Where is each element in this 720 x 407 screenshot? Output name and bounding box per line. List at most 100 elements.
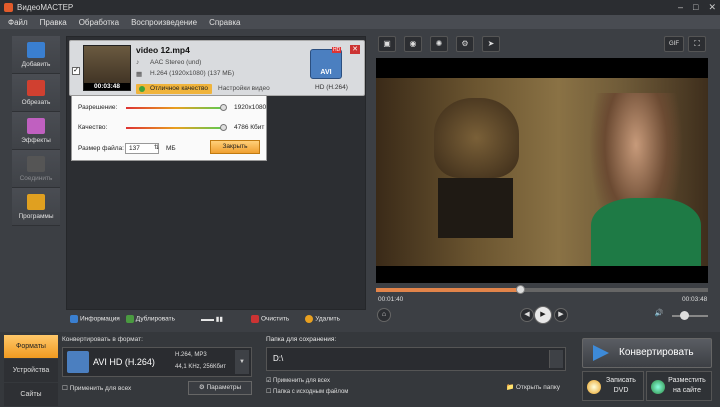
close-icon[interactable]: ✕ xyxy=(708,2,716,13)
snapshot-icon[interactable]: ◉ xyxy=(404,36,422,52)
menu-playback[interactable]: Воспроизведение xyxy=(131,18,197,27)
filesize-unit: МБ xyxy=(166,145,176,152)
join-button[interactable]: Соединить xyxy=(12,150,60,188)
volume-icon[interactable]: 🔊 xyxy=(652,308,666,322)
snapshot-button-icon[interactable]: ⌂ xyxy=(377,308,391,322)
app-title: ВидеоМАСТЕР xyxy=(17,3,74,12)
delete-button[interactable]: Удалить xyxy=(305,315,340,323)
convert-button[interactable]: Конвертировать xyxy=(582,338,712,368)
menu-edit[interactable]: Правка xyxy=(40,18,67,27)
volume-knob[interactable] xyxy=(680,311,689,320)
quality-knob[interactable] xyxy=(220,124,227,131)
burn-dvd-button[interactable]: Записать DVD xyxy=(582,371,644,401)
play-icon[interactable]: ▶ xyxy=(534,306,552,324)
resolution-value: 1920x1080 xyxy=(234,104,267,111)
file-list-panel: ✓ 00:03:48 video 12.mp4 ♪ AAC Stereo (un… xyxy=(66,36,366,310)
open-folder-button[interactable]: 📁 Открыть папку xyxy=(506,383,560,391)
format-icon: AVI xyxy=(310,49,342,79)
remove-file-icon[interactable]: ✕ xyxy=(350,45,360,54)
menu-help[interactable]: Справка xyxy=(209,18,240,27)
fullscreen-icon[interactable]: ⛶ xyxy=(688,36,706,52)
title-bar: ВидеоМАСТЕР – □ ✕ xyxy=(0,0,720,15)
app-logo xyxy=(4,3,13,12)
video-preview[interactable] xyxy=(376,58,708,283)
player-toolbar: ▣ ◉ ✺ ⚙ ➤ GIF ⛶ xyxy=(376,36,708,54)
settings-icon[interactable]: ⚙ xyxy=(456,36,474,52)
quality-badge[interactable]: Отличное качество xyxy=(136,84,213,94)
programs-icon xyxy=(27,193,45,210)
mode-tabs: Форматы Устройства Сайты xyxy=(4,335,58,407)
video-settings-link[interactable]: Настройки видео xyxy=(218,85,270,92)
save-label: Папка для сохранения: xyxy=(266,336,337,343)
video-icon: ▦ xyxy=(136,71,143,78)
resolution-knob[interactable] xyxy=(220,104,227,111)
duplicate-button[interactable]: Дублировать xyxy=(125,315,175,323)
resolution-slider[interactable] xyxy=(126,107,226,109)
publish-button[interactable]: Разместить на сайте xyxy=(646,371,712,401)
play-arrow-icon xyxy=(593,345,609,361)
avi-format-icon xyxy=(67,351,89,373)
video-info: H.264 (1920x1080) (137 МБ) xyxy=(150,70,235,77)
format-apply-all[interactable]: ☐ Применить для всех xyxy=(62,384,131,392)
folder-icon[interactable] xyxy=(549,350,563,368)
clear-button[interactable]: Очистить xyxy=(250,315,289,323)
join-icon xyxy=(27,155,45,172)
maximize-icon[interactable]: □ xyxy=(693,2,698,13)
audio-icon: ♪ xyxy=(136,59,140,66)
close-popup-button[interactable]: Закрыть xyxy=(210,140,260,154)
next-frame-icon[interactable]: ▶ xyxy=(554,308,568,322)
format-selector[interactable]: AVI HD (H.264) H.264, MP3 44,1 KHz, 256К… xyxy=(62,347,252,377)
quality-popup: Разрешение: 1920x1080 Качество: 4786 Кби… xyxy=(71,95,267,161)
minimize-icon[interactable]: – xyxy=(678,2,683,13)
tab-sites[interactable]: Сайты xyxy=(4,383,58,406)
filesize-label: Размер файла: xyxy=(78,145,124,152)
current-time: 00:01:40 xyxy=(378,296,404,303)
seek-bar[interactable] xyxy=(376,285,708,294)
params-button[interactable]: ⚙ Параметры xyxy=(188,381,252,395)
video-thumbnail: 00:03:48 xyxy=(83,45,131,91)
format-tag: HD (H.264) xyxy=(315,84,348,91)
hd-badge: HD xyxy=(332,47,342,53)
window-controls: – □ ✕ xyxy=(678,2,716,13)
speed-icon[interactable]: ➤ xyxy=(482,36,500,52)
volume-slider[interactable] xyxy=(672,315,708,317)
gif-button[interactable]: GIF xyxy=(664,36,684,52)
duplicate-icon xyxy=(125,315,134,323)
seek-knob[interactable] xyxy=(516,285,525,294)
source-folder-option[interactable]: ☐ Папка с исходным файлом xyxy=(266,388,348,395)
add-button[interactable]: Добавить xyxy=(12,36,60,74)
file-checkbox[interactable]: ✓ xyxy=(72,67,80,75)
format-codec: H.264, MP3 xyxy=(175,352,207,358)
filesize-stepper-icon[interactable]: ⇅ xyxy=(154,144,159,151)
programs-button[interactable]: Программы xyxy=(12,188,60,226)
trim-button[interactable]: Обрезать xyxy=(12,74,60,112)
video-frame xyxy=(376,78,708,266)
info-button[interactable]: Информация xyxy=(70,315,120,323)
green-dress xyxy=(591,198,701,266)
file-duration: 00:03:48 xyxy=(84,83,130,90)
globe-icon xyxy=(651,380,665,394)
view-toggle[interactable]: ▬▬ ▮▮ xyxy=(201,315,223,323)
quality-slider[interactable] xyxy=(126,127,226,129)
screen-icon[interactable]: ▣ xyxy=(378,36,396,52)
effects-button[interactable]: Эффекты xyxy=(12,112,60,150)
save-path-input[interactable]: D:\ xyxy=(266,347,566,371)
quality-label: Качество: xyxy=(78,124,108,131)
add-icon xyxy=(27,41,45,58)
effects-icon xyxy=(27,117,45,134)
format-label: Конвертировать в формат: xyxy=(62,336,143,343)
tab-devices[interactable]: Устройства xyxy=(4,359,58,382)
prev-frame-icon[interactable]: ◀ xyxy=(520,308,534,322)
format-audio: 44,1 KHz, 256Кбит xyxy=(175,364,227,370)
color-icon[interactable]: ✺ xyxy=(430,36,448,52)
file-item[interactable]: ✓ 00:03:48 video 12.mp4 ♪ AAC Stereo (un… xyxy=(69,40,365,96)
menu-file[interactable]: Файл xyxy=(8,18,28,27)
resolution-label: Разрешение: xyxy=(78,104,118,111)
chevron-down-icon[interactable]: ▼ xyxy=(235,350,249,374)
sidebar: Добавить Обрезать Эффекты Соединить Прог… xyxy=(12,36,60,286)
total-time: 00:03:48 xyxy=(682,296,708,303)
file-toolbar: Информация Дублировать ▬▬ ▮▮ Очистить Уд… xyxy=(66,312,366,326)
menu-process[interactable]: Обработка xyxy=(79,18,119,27)
save-apply-all[interactable]: ☑ Применить для всех xyxy=(266,377,330,384)
tab-formats[interactable]: Форматы xyxy=(4,335,58,358)
